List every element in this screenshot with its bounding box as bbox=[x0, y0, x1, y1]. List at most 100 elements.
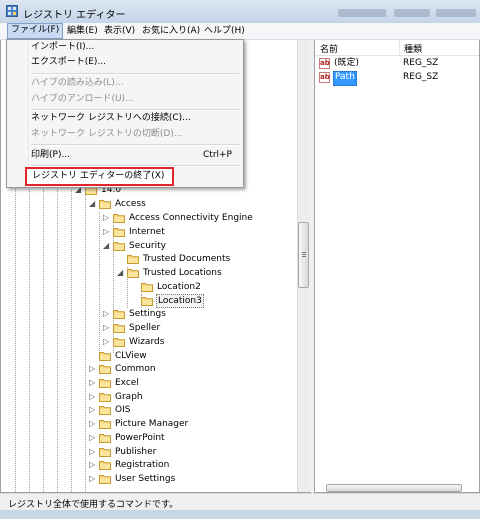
tree-node-label: Settings bbox=[129, 309, 166, 319]
collapse-arrow-icon[interactable]: ◢ bbox=[103, 241, 111, 250]
folder-icon bbox=[99, 199, 111, 209]
value-type: REG_SZ bbox=[403, 72, 439, 82]
expand-arrow-icon[interactable]: ▷ bbox=[103, 309, 111, 318]
menu-item-print[interactable]: 印刷(P)... bbox=[31, 147, 70, 164]
expand-arrow-icon[interactable]: ▷ bbox=[89, 447, 97, 456]
tree-node-label: Picture Manager bbox=[115, 419, 189, 429]
folder-icon bbox=[113, 241, 125, 251]
menu-item-load-hive: ハイブの読み込み(L)... bbox=[31, 78, 124, 88]
tree-node-label: Security bbox=[129, 241, 166, 251]
window-title: レジストリ エディター bbox=[23, 10, 126, 21]
no-arrow bbox=[117, 254, 125, 263]
column-name-header[interactable]: 名前 bbox=[320, 42, 338, 55]
tree-node-label: User Settings bbox=[115, 474, 176, 484]
folder-icon bbox=[99, 364, 111, 374]
expand-arrow-icon[interactable]: ▷ bbox=[89, 419, 97, 428]
tree-node-label: CLView bbox=[115, 351, 147, 361]
folder-icon bbox=[113, 309, 125, 319]
menu-file[interactable]: ファイル(F) bbox=[7, 23, 64, 39]
tree-node-label: Publisher bbox=[115, 447, 157, 457]
title-bar[interactable]: レジストリ エディター bbox=[0, 0, 480, 24]
tree-guide-line bbox=[85, 190, 86, 492]
folder-icon bbox=[99, 460, 111, 470]
tree-node-label: Graph bbox=[115, 392, 143, 402]
expand-arrow-icon[interactable]: ▷ bbox=[89, 460, 97, 469]
menu-view[interactable]: 表示(V) bbox=[101, 24, 138, 38]
tree-node-label: Trusted Locations bbox=[143, 268, 222, 278]
menu-edit[interactable]: 編集(E) bbox=[64, 24, 101, 38]
menu-item-connect-network-registry[interactable]: ネットワーク レジストリへの接続(C)... bbox=[31, 110, 191, 127]
no-arrow bbox=[131, 296, 139, 305]
expand-arrow-icon[interactable]: ▷ bbox=[103, 213, 111, 222]
folder-icon bbox=[127, 254, 139, 264]
value-name: (既定) bbox=[334, 58, 360, 68]
status-text: レジストリ全体で使用するコマンドです。 bbox=[8, 500, 179, 510]
tree-node-label: Location2 bbox=[157, 282, 201, 292]
maximize-button[interactable] bbox=[394, 9, 430, 17]
tree-scroll-thumb[interactable] bbox=[298, 222, 309, 288]
status-bar: レジストリ全体で使用するコマンドです。 bbox=[0, 493, 480, 511]
tree-node-label: Common bbox=[115, 364, 156, 374]
tree-node-label: Speller bbox=[129, 323, 161, 333]
column-divider[interactable] bbox=[399, 40, 400, 55]
menu-icon-gutter bbox=[28, 41, 30, 185]
expand-arrow-icon[interactable]: ▷ bbox=[89, 405, 97, 414]
folder-icon bbox=[113, 323, 125, 333]
folder-icon bbox=[99, 351, 111, 361]
collapse-arrow-icon[interactable]: ◢ bbox=[117, 268, 125, 277]
folder-icon bbox=[99, 419, 111, 429]
close-button[interactable] bbox=[436, 9, 476, 17]
folder-icon bbox=[99, 405, 111, 415]
expand-arrow-icon[interactable]: ▷ bbox=[103, 227, 111, 236]
expand-arrow-icon[interactable]: ▷ bbox=[103, 323, 111, 332]
tree-node-label: OIS bbox=[115, 405, 131, 415]
window-bottom-edge bbox=[0, 510, 480, 519]
no-arrow bbox=[89, 351, 97, 360]
string-value-icon: ab bbox=[319, 72, 330, 83]
regedit-app-icon bbox=[6, 5, 18, 17]
menu-item-export[interactable]: エクスポート(E)... bbox=[31, 54, 106, 71]
expand-arrow-icon[interactable]: ▷ bbox=[89, 433, 97, 442]
tree-guide-line bbox=[99, 212, 100, 357]
folder-icon bbox=[99, 392, 111, 402]
value-type: REG_SZ bbox=[403, 58, 439, 68]
folder-icon bbox=[113, 337, 125, 347]
expand-arrow-icon[interactable]: ▷ bbox=[103, 337, 111, 346]
list-scroll-thumb[interactable] bbox=[326, 484, 462, 492]
tree-node-label: PowerPoint bbox=[115, 433, 165, 443]
value-row[interactable]: ab Path REG_SZ bbox=[315, 71, 479, 86]
folder-icon bbox=[99, 378, 111, 388]
collapse-arrow-icon[interactable]: ◢ bbox=[89, 199, 97, 208]
list-horizontal-scrollbar[interactable] bbox=[318, 484, 476, 492]
values-list-pane[interactable]: 名前 種類 ab (既定) REG_SZ ab Path REG_SZ bbox=[314, 40, 480, 493]
string-value-icon: ab bbox=[319, 58, 330, 69]
folder-icon bbox=[113, 227, 125, 237]
menu-item-disconnect-network-registry: ネットワーク レジストリの切断(D)... bbox=[31, 129, 183, 139]
tree-node-label: Access bbox=[115, 199, 146, 209]
folder-icon bbox=[141, 296, 153, 306]
value-row[interactable]: ab (既定) REG_SZ bbox=[315, 57, 479, 71]
tree-node-label: Location3 bbox=[156, 294, 204, 308]
no-arrow bbox=[131, 282, 139, 291]
expand-arrow-icon[interactable]: ▷ bbox=[89, 474, 97, 483]
tree-node-label: Wizards bbox=[129, 337, 165, 347]
value-name: Path bbox=[333, 71, 357, 86]
menu-favorites[interactable]: お気に入り(A) bbox=[139, 24, 203, 38]
folder-icon bbox=[127, 268, 139, 278]
folder-icon bbox=[99, 447, 111, 457]
column-type-header[interactable]: 種類 bbox=[404, 42, 422, 55]
folder-icon bbox=[141, 282, 153, 292]
menu-item-unload-hive: ハイブのアンロード(U)... bbox=[31, 94, 134, 104]
tree-node-label: Internet bbox=[129, 227, 165, 237]
folder-icon bbox=[99, 474, 111, 484]
minimize-button[interactable] bbox=[338, 9, 386, 17]
menu-help[interactable]: ヘルプ(H) bbox=[201, 24, 248, 38]
expand-arrow-icon[interactable]: ▷ bbox=[89, 364, 97, 373]
list-header: 名前 種類 bbox=[315, 40, 479, 56]
file-menu-dropdown: インポート(I)... エクスポート(E)... ハイブの読み込み(L)... … bbox=[6, 39, 244, 188]
menu-bar: ファイル(F) 編集(E) 表示(V) お気に入り(A) ヘルプ(H) bbox=[0, 23, 480, 40]
menu-item-exit[interactable]: レジストリ エディターの終了(X) bbox=[25, 167, 175, 186]
expand-arrow-icon[interactable]: ▷ bbox=[89, 392, 97, 401]
folder-icon bbox=[99, 433, 111, 443]
expand-arrow-icon[interactable]: ▷ bbox=[89, 378, 97, 387]
